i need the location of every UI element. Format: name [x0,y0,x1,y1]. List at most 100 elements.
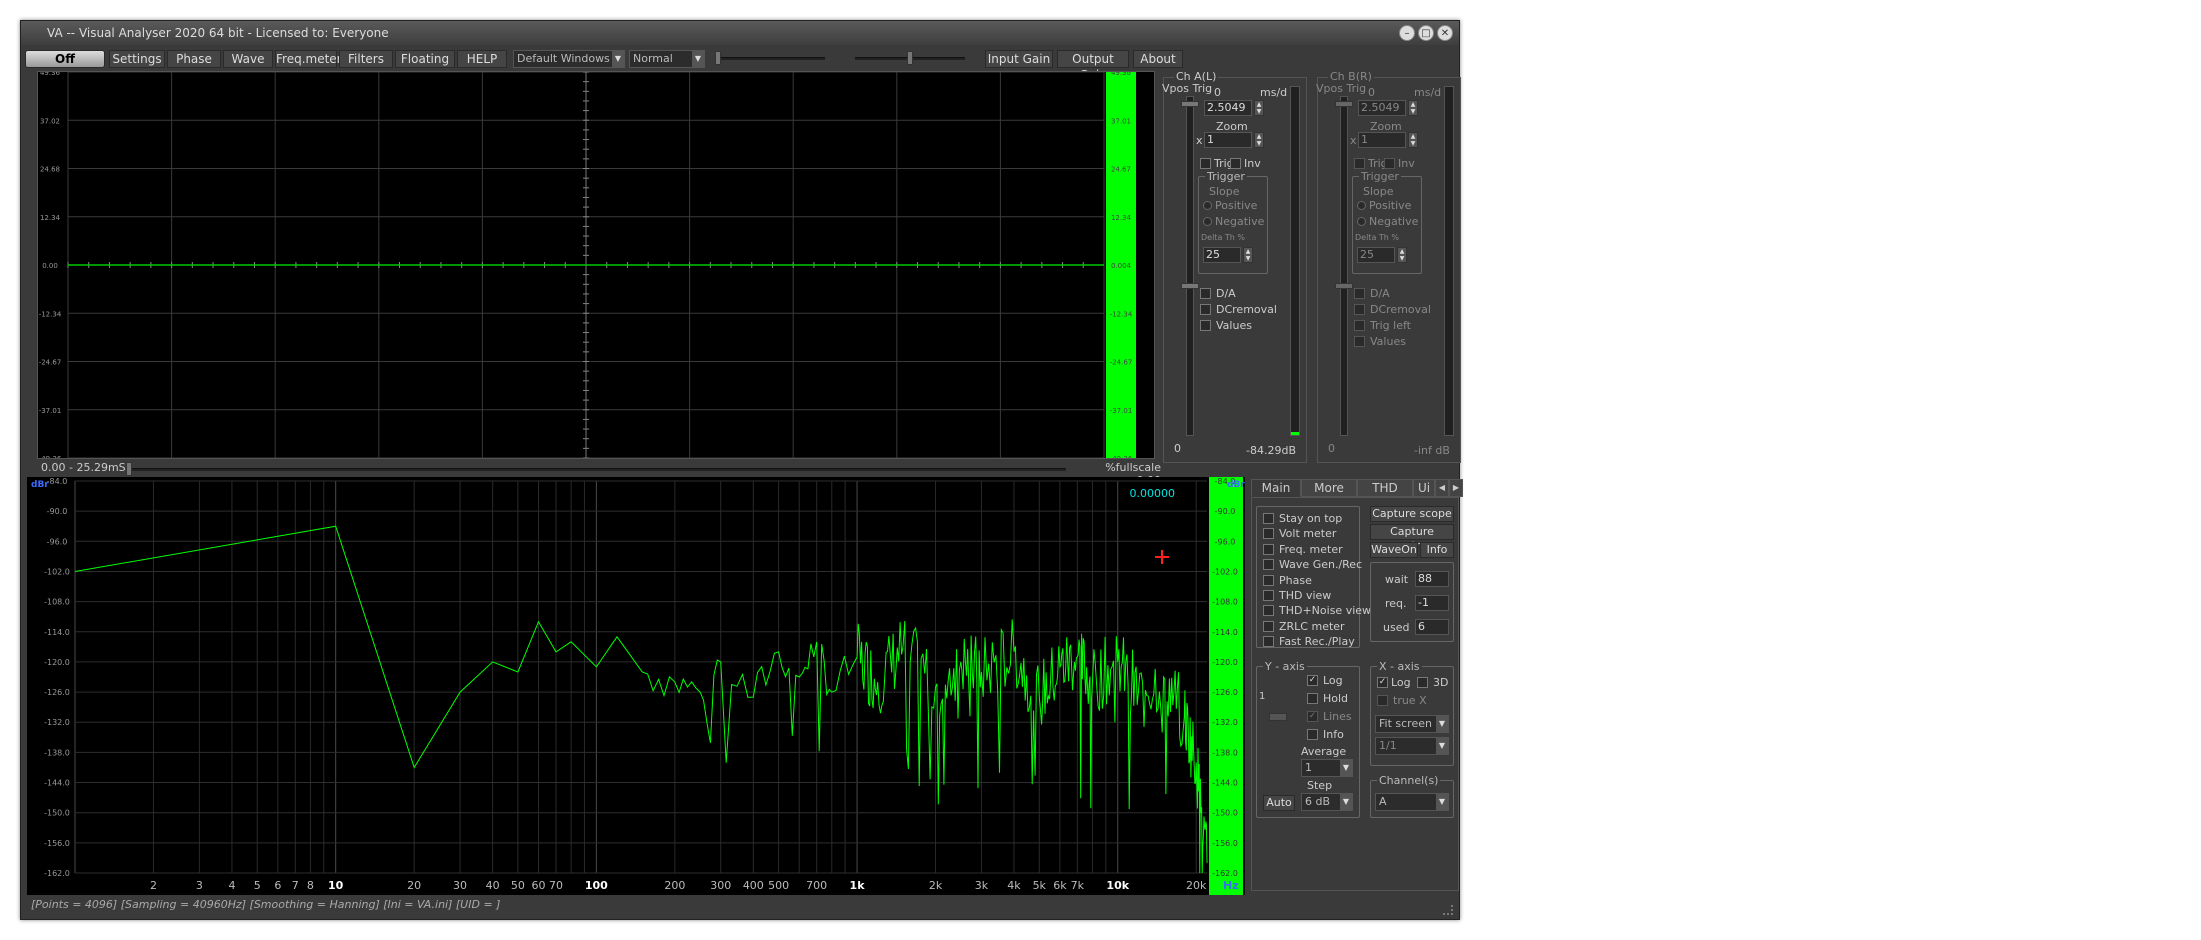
slider-knob[interactable] [907,51,913,65]
inv-checkbox[interactable] [1230,158,1241,169]
option-checkbox[interactable] [1263,636,1274,648]
oscilloscope-view[interactable]: 49.36 49.36 37.02 37.01 24.68 24.67 12.34 12.34… [37,69,1155,463]
y-axis-slider[interactable] [1269,713,1287,721]
da-checkbox[interactable] [1200,288,1211,299]
x-axis-title: X - axis [1377,660,1422,673]
positive-radio[interactable] [1203,201,1212,210]
y-log-label: Log [1323,674,1343,687]
da-label: D/A [1370,287,1390,300]
positive-radio[interactable] [1357,201,1366,210]
option-checkbox[interactable] [1263,605,1274,617]
input-gain-slider[interactable] [715,51,825,65]
y-tick-label-right: -49.36 [1110,455,1133,458]
trig-checkbox[interactable] [1354,158,1365,169]
cursor-readout: 0.00000 [1130,487,1176,500]
input-gain-button[interactable]: Input Gain [985,50,1053,68]
y-info-checkbox[interactable] [1307,729,1318,740]
delta-th-spinner[interactable]: ▲ ▼ [1243,247,1253,263]
trig-left-checkbox[interactable] [1354,320,1365,331]
hold-checkbox[interactable] [1307,693,1318,704]
option-checkbox[interactable] [1263,574,1274,586]
vpos-slider[interactable] [1335,96,1353,436]
y-tick-label-left: -37.01 [39,407,62,415]
resize-grip-icon[interactable] [1443,905,1453,915]
fit-screen-select[interactable]: Fit screen ▼ [1375,715,1449,733]
about-button[interactable]: About [1133,50,1183,68]
capture-spectrum-button[interactable]: Capture spectrum [1370,524,1454,552]
auto-button[interactable]: Auto [1263,795,1295,811]
ms-d-input[interactable]: 2.5049 [1204,100,1252,116]
trig-knob[interactable] [1181,283,1199,289]
ratio-select[interactable]: 1/1 ▼ [1375,737,1449,755]
tab-thd[interactable]: THD [1357,479,1413,497]
scroll-knob[interactable] [126,462,132,476]
floating-button[interactable]: Floating [395,50,455,68]
option-checkbox[interactable] [1263,528,1274,540]
trig-checkbox[interactable] [1200,158,1211,169]
vpos-knob[interactable] [1335,101,1353,107]
option-checkbox[interactable] [1263,543,1274,555]
info-button[interactable]: Info [1420,542,1454,558]
mode-select[interactable]: Normal ▼ [629,50,705,68]
phase-button[interactable]: Phase [167,50,221,68]
x-tick-label: 400 [743,879,764,892]
option-checkbox[interactable] [1263,590,1274,601]
tab-scroll-right-icon[interactable]: ▶ [1449,479,1463,497]
delta-th-spinner[interactable]: ▲ ▼ [1397,247,1407,263]
tab-more[interactable]: More [1301,479,1357,497]
negative-radio[interactable] [1357,217,1366,226]
capture-scope-button[interactable]: Capture scope [1370,506,1454,522]
output-gain-button[interactable]: Output Gain [1057,50,1129,82]
option-checkbox[interactable] [1263,559,1274,571]
dcremoval-checkbox[interactable] [1200,304,1211,315]
zoom-input[interactable]: 1 [1204,132,1252,148]
spectrum-view[interactable]: -84.0 -84.0 -90.0 -90.0 -96.0 -96.0 -102.0 -102… [27,477,1245,895]
device-select[interactable]: Default Windows inp ▼ [513,50,625,68]
y-log-checkbox[interactable]: ✓ [1307,675,1318,686]
zoom-input[interactable]: 1 [1358,132,1406,148]
zoom-spinner[interactable]: ▲ ▼ [1408,132,1418,148]
tab-ui[interactable]: Ui [1413,479,1435,497]
vpos-knob[interactable] [1181,101,1199,107]
vpos-slider[interactable] [1181,96,1199,436]
filters-button[interactable]: Filters [339,50,393,68]
x-tick-label: 60 [532,879,546,892]
option-checkbox[interactable] [1263,620,1274,632]
wave-button[interactable]: Wave [223,50,273,68]
values-checkbox[interactable] [1354,336,1365,347]
channel-select[interactable]: A ▼ [1375,793,1449,811]
trig-knob[interactable] [1335,283,1353,289]
delta-th-input[interactable]: 25 [1203,247,1241,263]
negative-radio[interactable] [1203,217,1212,226]
da-checkbox[interactable] [1354,288,1365,299]
output-gain-slider[interactable] [855,51,965,65]
minimize-icon[interactable]: – [1399,25,1415,41]
scope-scroll[interactable] [126,462,1066,476]
delta-th-input[interactable]: 25 [1357,247,1395,263]
inv-checkbox[interactable] [1384,158,1395,169]
tab-scroll-left-icon[interactable]: ◀ [1435,479,1449,497]
tab-main[interactable]: Main [1251,479,1301,497]
ms-d-spinner[interactable]: ▲ ▼ [1408,100,1418,116]
option-checkbox[interactable] [1263,513,1274,524]
close-icon[interactable]: ✕ [1437,25,1453,41]
off-button[interactable]: Off [25,50,105,68]
settings-button[interactable]: Settings [109,50,165,68]
ms-d-spinner[interactable]: ▲ ▼ [1254,100,1264,116]
freqmeter-button[interactable]: Freq.meter [275,50,342,68]
slider-knob[interactable] [715,51,721,65]
x-log-checkbox[interactable]: ✓ [1377,677,1388,688]
truex-checkbox[interactable] [1377,695,1388,706]
title-bar[interactable]: VA -- Visual Analyser 2020 64 bit - Lice… [21,21,1459,45]
dcremoval-checkbox[interactable] [1354,304,1365,315]
lines-checkbox[interactable]: ✓ [1307,711,1318,722]
help-button[interactable]: HELP [457,50,507,68]
ms-d-input[interactable]: 2.5049 [1358,100,1406,116]
step-select[interactable]: 6 dB ▼ [1301,793,1353,811]
values-checkbox[interactable] [1200,320,1211,331]
3d-checkbox[interactable] [1417,677,1428,688]
waveon-button[interactable]: WaveOn [1370,542,1418,558]
average-select[interactable]: 1 ▼ [1301,759,1353,777]
maximize-icon[interactable]: □ [1418,25,1434,41]
zoom-spinner[interactable]: ▲ ▼ [1254,132,1264,148]
